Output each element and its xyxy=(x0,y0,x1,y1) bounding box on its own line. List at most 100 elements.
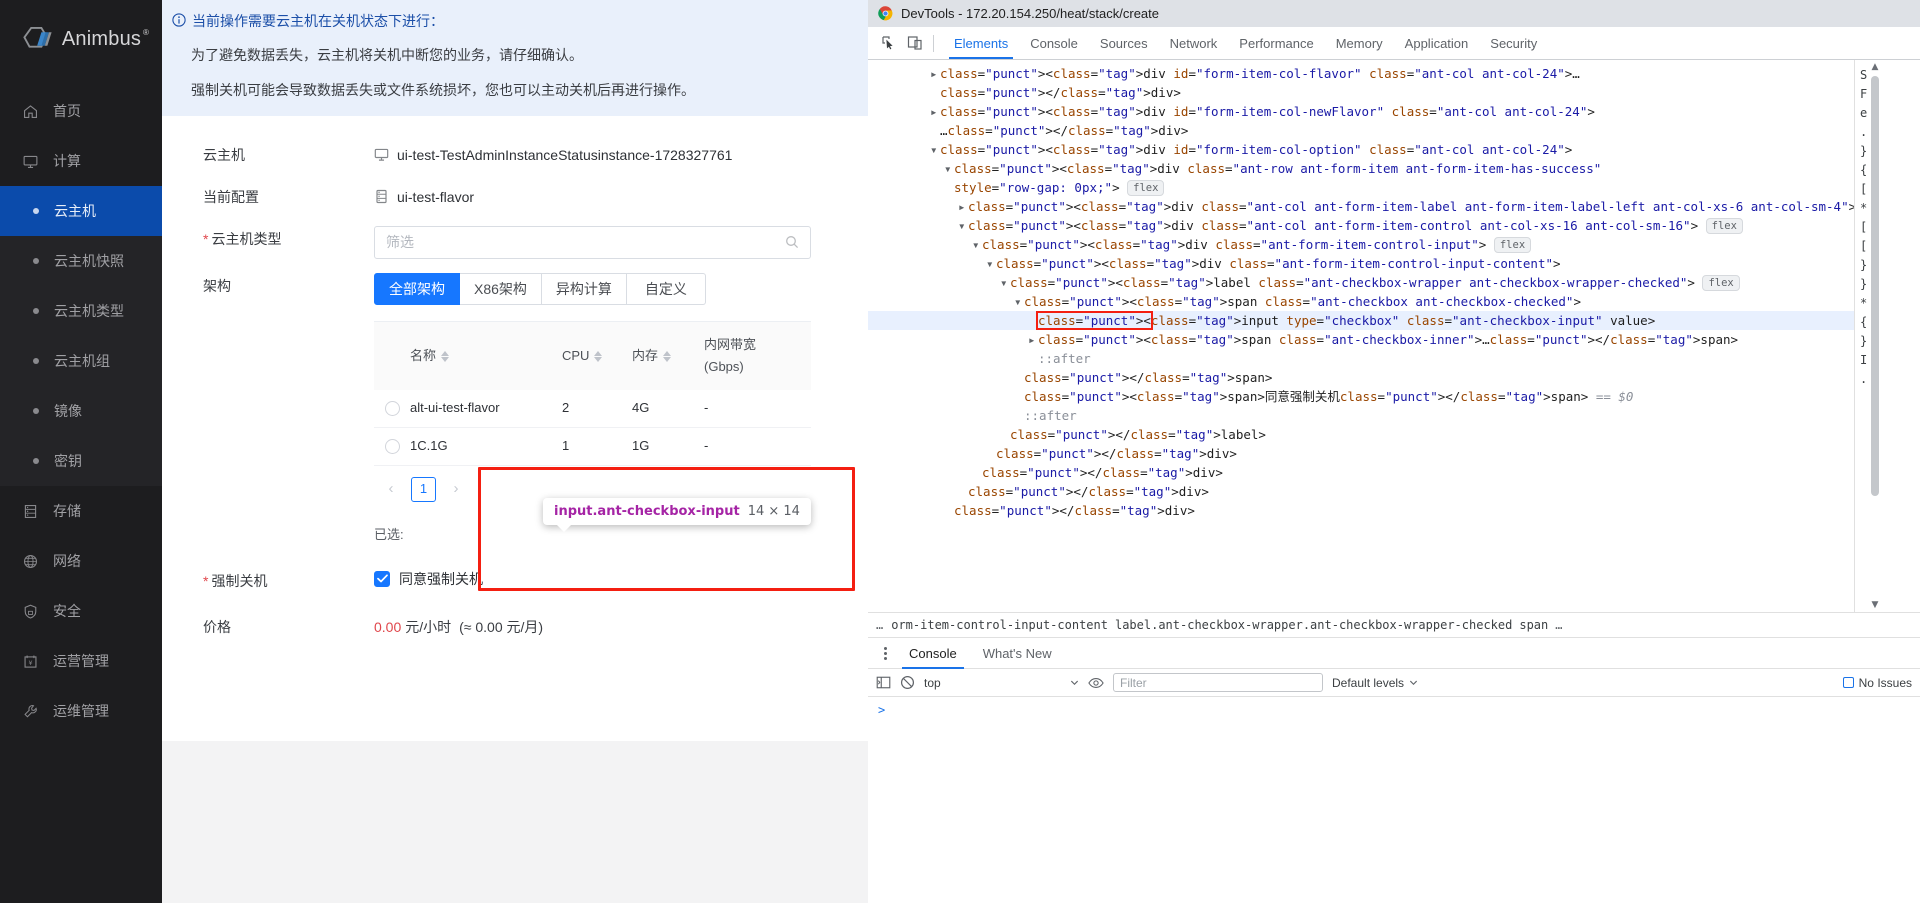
table-header-cpu[interactable]: CPU xyxy=(562,345,632,367)
pagination-next[interactable]: › xyxy=(445,478,467,500)
tab-security[interactable]: Security xyxy=(1479,27,1548,59)
row-radio[interactable] xyxy=(374,439,410,454)
dom-node-line[interactable]: class="punct"></class="tag">div> xyxy=(868,463,1854,482)
dom-node-line[interactable]: ▾class="punct"><class="tag">div class="a… xyxy=(868,216,1854,235)
pagination-prev[interactable]: ‹ xyxy=(380,478,402,500)
sidebar-item-host-snapshot[interactable]: 云主机快照 xyxy=(0,236,162,286)
dom-node-line[interactable]: class="punct"></class="tag">div> xyxy=(868,482,1854,501)
arch-option-x86[interactable]: X86架构 xyxy=(460,273,542,305)
dom-node-line[interactable]: ▾class="punct"><class="tag">div class="a… xyxy=(868,235,1854,254)
form-label-flavor-type: *云主机类型 xyxy=(162,226,374,250)
console-log-levels[interactable]: Default levels xyxy=(1332,676,1418,690)
arch-option-heterogeneous[interactable]: 异构计算 xyxy=(542,273,627,305)
tab-sources[interactable]: Sources xyxy=(1089,27,1159,59)
more-options-icon[interactable] xyxy=(874,647,896,660)
dom-node-line[interactable]: class="punct"><class="tag">input type="c… xyxy=(868,311,1854,330)
sidebar-item-security[interactable]: 安全 xyxy=(0,586,162,636)
eye-icon[interactable] xyxy=(1088,676,1104,690)
tab-console[interactable]: Console xyxy=(1019,27,1089,59)
drawer-tab-console[interactable]: Console xyxy=(896,638,970,669)
radio-icon[interactable] xyxy=(385,401,400,416)
dom-scrollbar[interactable]: ▲ ▼ xyxy=(1868,60,1882,612)
dom-node-line[interactable]: style="row-gap: 0px;"> flex xyxy=(868,178,1854,197)
sidebar-item-host-type[interactable]: 云主机类型 xyxy=(0,286,162,336)
device-toolbar-icon[interactable] xyxy=(907,35,923,51)
sort-icon[interactable] xyxy=(594,351,602,362)
dom-node-line[interactable]: class="punct"><class="tag">span>同意强制关机cl… xyxy=(868,387,1854,406)
console-filter-input[interactable]: Filter xyxy=(1113,673,1323,692)
console-context-selector[interactable]: top xyxy=(924,676,1079,690)
breadcrumb-ellipsis[interactable]: … xyxy=(876,618,884,632)
table-row[interactable]: alt-ui-test-flavor 2 4G - xyxy=(374,390,811,428)
flavor-icon xyxy=(374,189,389,204)
dom-node-line[interactable]: class="punct"></class="tag">label> xyxy=(868,425,1854,444)
breadcrumb-item-span[interactable]: span xyxy=(1519,618,1548,632)
sidebar-item-maintenance[interactable]: 运维管理 xyxy=(0,686,162,736)
breadcrumb-item-content[interactable]: orm-item-control-input-content xyxy=(891,618,1108,632)
dom-node-line[interactable]: ▸class="punct"><class="tag">div id="form… xyxy=(868,64,1854,83)
dom-node-line[interactable]: ▸class="punct"><class="tag">div class="a… xyxy=(868,197,1854,216)
devtools-window-title: DevTools - 172.20.154.250/heat/stack/cre… xyxy=(901,6,1159,21)
dom-node-line[interactable]: ::after xyxy=(868,349,1854,368)
dom-tree[interactable]: ▸class="punct"><class="tag">div id="form… xyxy=(868,60,1854,612)
force-shutdown-checkbox-wrapper[interactable]: 同意强制关机 xyxy=(374,568,483,590)
table-header-name[interactable]: 名称 xyxy=(410,345,562,367)
console-toolbar: top Filter Default levels No Issues xyxy=(868,669,1920,697)
dom-scroll-thumb[interactable] xyxy=(1871,76,1879,496)
dom-node-line[interactable]: …class="punct"></class="tag">div> xyxy=(868,121,1854,140)
tab-application[interactable]: Application xyxy=(1394,27,1480,59)
clear-console-icon[interactable] xyxy=(900,675,915,690)
search-icon[interactable] xyxy=(785,235,799,249)
dom-node-line[interactable]: ▾class="punct"><class="tag">label class=… xyxy=(868,273,1854,292)
arch-option-all[interactable]: 全部架构 xyxy=(374,273,460,305)
brand-logo-area[interactable]: Animbus® xyxy=(0,0,162,78)
sidebar-item-operations[interactable]: ¥ 运营管理 xyxy=(0,636,162,686)
scroll-down-arrow[interactable]: ▼ xyxy=(1868,598,1882,612)
dom-node-line[interactable]: ▸class="punct"><class="tag">span class="… xyxy=(868,330,1854,349)
sidebar-item-cloud-host[interactable]: 云主机 xyxy=(0,186,162,236)
dom-node-line[interactable]: ▾class="punct"><class="tag">div id="form… xyxy=(868,140,1854,159)
dom-node-line[interactable]: class="punct"></class="tag">div> xyxy=(868,501,1854,520)
checkbox-icon[interactable] xyxy=(374,571,390,587)
scroll-up-arrow[interactable]: ▲ xyxy=(1868,60,1882,74)
tab-elements[interactable]: Elements xyxy=(943,27,1019,59)
dom-node-line[interactable]: class="punct"></class="tag">div> xyxy=(868,83,1854,102)
dom-node-line[interactable]: class="punct"></class="tag">span> xyxy=(868,368,1854,387)
console-issues-indicator[interactable]: No Issues xyxy=(1843,676,1912,690)
dom-node-line[interactable]: ▸class="punct"><class="tag">div id="form… xyxy=(868,102,1854,121)
arch-option-custom[interactable]: 自定义 xyxy=(627,273,706,305)
sidebar-item-keypair[interactable]: 密钥 xyxy=(0,436,162,486)
dom-node-line[interactable]: class="punct"></class="tag">div> xyxy=(868,444,1854,463)
tab-performance[interactable]: Performance xyxy=(1228,27,1324,59)
dom-node-line[interactable]: ▾class="punct"><class="tag">span class="… xyxy=(868,292,1854,311)
dom-node-line[interactable]: ▾class="punct"><class="tag">div class="a… xyxy=(868,254,1854,273)
styles-panel[interactable]: SFiel.a}{[c*,[c[c}}*,{}In.a xyxy=(1854,60,1920,612)
tab-network[interactable]: Network xyxy=(1159,27,1229,59)
storage-icon xyxy=(22,503,39,520)
radio-icon[interactable] xyxy=(385,439,400,454)
sort-icon[interactable] xyxy=(441,351,449,362)
inspect-element-icon[interactable] xyxy=(881,35,897,51)
row-radio[interactable] xyxy=(374,401,410,416)
drawer-tab-whats-new[interactable]: What's New xyxy=(970,638,1065,669)
console-output[interactable]: > xyxy=(868,697,1920,903)
breadcrumb-more[interactable]: … xyxy=(1555,618,1563,632)
console-sidebar-icon[interactable] xyxy=(876,675,891,690)
bullet-icon xyxy=(33,358,39,364)
sidebar-item-storage[interactable]: 存储 xyxy=(0,486,162,536)
dom-node-line[interactable]: ▾class="punct"><class="tag">div class="a… xyxy=(868,159,1854,178)
search-input[interactable]: 筛选 xyxy=(374,226,811,259)
table-row[interactable]: 1C.1G 1 1G - xyxy=(374,428,811,466)
pagination-page-1[interactable]: 1 xyxy=(411,477,436,502)
sort-icon[interactable] xyxy=(663,351,671,362)
breadcrumb-item-label[interactable]: label.ant-checkbox-wrapper.ant-checkbox-… xyxy=(1115,618,1512,632)
sidebar-item-compute[interactable]: 计算 xyxy=(0,136,162,186)
sidebar-item-host-group[interactable]: 云主机组 xyxy=(0,336,162,386)
table-header-memory[interactable]: 内存 xyxy=(632,345,704,367)
sidebar-item-network[interactable]: 网络 xyxy=(0,536,162,586)
sidebar-item-image[interactable]: 镜像 xyxy=(0,386,162,436)
dom-node-line[interactable]: ::after xyxy=(868,406,1854,425)
tab-memory[interactable]: Memory xyxy=(1325,27,1394,59)
bullet-icon xyxy=(33,208,39,214)
sidebar-item-home[interactable]: 首页 xyxy=(0,86,162,136)
